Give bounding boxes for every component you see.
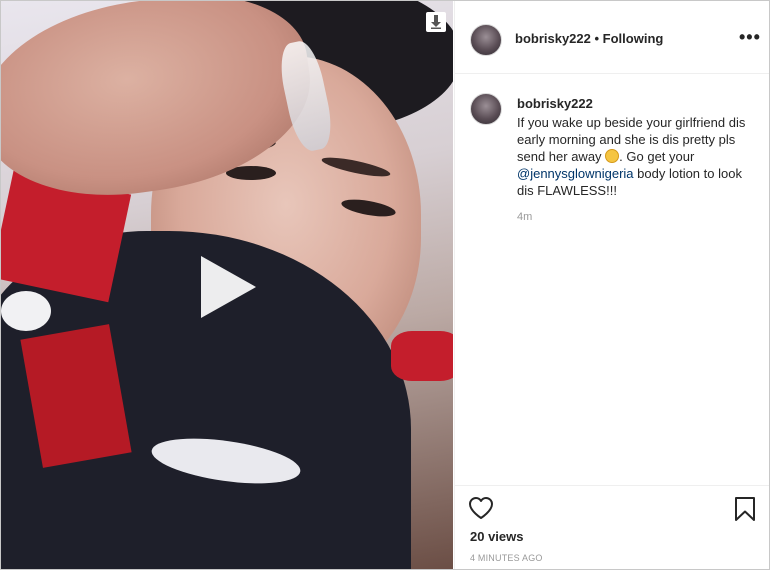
heart-icon[interactable] xyxy=(468,496,494,520)
laughing-emoji-icon xyxy=(605,149,620,163)
following-button[interactable]: Following xyxy=(603,31,664,46)
separator-dot: • xyxy=(594,31,603,46)
username-link[interactable]: bobrisky222 xyxy=(515,31,591,46)
more-options-icon[interactable]: ••• xyxy=(739,27,761,48)
post-timestamp: 4 MINUTES AGO xyxy=(470,553,543,563)
views-count[interactable]: 20 views xyxy=(470,529,524,544)
post-details-panel: bobrisky222 • Following ••• bobrisky222 … xyxy=(454,1,769,569)
caption-time: 4m xyxy=(517,211,533,223)
mention-link[interactable]: @jennysglownigeria xyxy=(517,166,634,181)
caption-text-part: . Go get your xyxy=(619,149,695,164)
caption-text: If you wake up beside your girlfriend di… xyxy=(517,114,757,199)
caption-username[interactable]: bobrisky222 xyxy=(517,96,593,111)
post-modal: bobrisky222 • Following ••• bobrisky222 … xyxy=(0,0,770,570)
download-button[interactable] xyxy=(426,12,446,32)
avatar[interactable] xyxy=(470,93,502,125)
avatar[interactable] xyxy=(470,24,502,56)
post-header: bobrisky222 • Following ••• xyxy=(455,1,769,74)
video-player[interactable] xyxy=(1,1,453,569)
post-footer: 20 views 4 MINUTES AGO xyxy=(455,485,769,569)
bookmark-icon[interactable] xyxy=(733,496,757,522)
play-icon[interactable] xyxy=(201,256,256,318)
download-arrow-icon xyxy=(431,15,441,29)
